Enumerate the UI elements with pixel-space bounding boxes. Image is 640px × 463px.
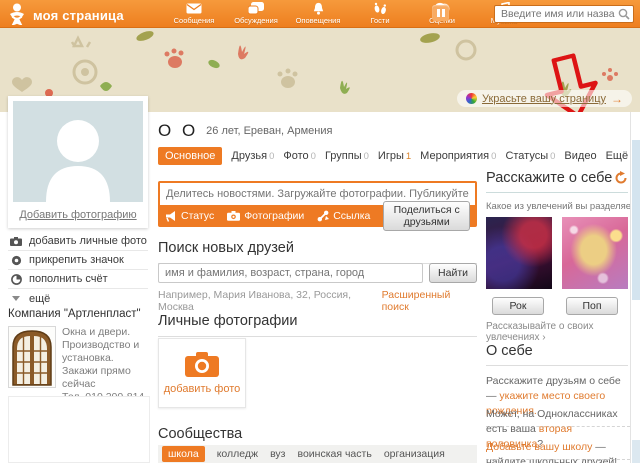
ok-profile-page: моя страница Сообщения Обсуждения Оповещ…: [0, 0, 640, 463]
sidebar-item-add-photos[interactable]: добавить личные фото: [8, 232, 148, 251]
link-button[interactable]: Ссылка: [317, 210, 370, 222]
communities-tabs: школа колледж вуз воинская часть организ…: [158, 445, 477, 463]
footprints-icon: [373, 2, 387, 15]
badge-icon: [10, 255, 22, 266]
camera-icon: [227, 211, 241, 221]
tab-university[interactable]: вуз: [270, 448, 285, 460]
header-search: [494, 5, 634, 23]
ad-title: Компания "Артленпласт": [8, 308, 141, 320]
friend-search-form: Найти: [158, 263, 477, 283]
tell-about-heading: Расскажите о себе: [486, 170, 628, 193]
sidebar-menu: добавить личные фото прикрепить значок п…: [8, 232, 148, 308]
nav-notifications[interactable]: Оповещения: [294, 2, 342, 25]
tab-college[interactable]: колледж: [217, 448, 258, 460]
tab-main[interactable]: Основное: [158, 147, 223, 165]
advanced-search-link[interactable]: Расширенный поиск: [382, 289, 477, 313]
sidebar-empty-widget: [8, 396, 150, 463]
wallet-coin-icon: [10, 273, 22, 285]
about-me-heading: О себе: [486, 343, 628, 366]
camera-icon: [185, 351, 219, 377]
add-photo-tile[interactable]: добавить фото: [158, 338, 246, 408]
tab-games[interactable]: Игры 1: [378, 150, 411, 162]
poll-question: Какое из увлечений вы разделяете?: [486, 201, 640, 212]
arrow-right-icon: →: [611, 91, 623, 106]
friend-search-heading: Поиск новых друзей: [158, 240, 477, 264]
chat-bubbles-icon: [248, 2, 264, 15]
tab-school[interactable]: школа: [162, 446, 205, 462]
ad-text: Окна и двери. Производство и установка. …: [62, 326, 144, 403]
nav-messages[interactable]: Сообщения: [170, 2, 218, 25]
hobbies-more-link[interactable]: Рассказывайте о своих увлечениях ›: [486, 321, 640, 343]
search-icon[interactable]: [618, 8, 630, 20]
search-input[interactable]: [494, 5, 634, 23]
bell-icon: [312, 2, 325, 15]
top-header: моя страница Сообщения Обсуждения Оповещ…: [0, 0, 640, 28]
nav-discussions[interactable]: Обсуждения: [232, 2, 280, 25]
personal-photos-heading: Личные фотографии: [158, 313, 477, 337]
share-with-friends-button[interactable]: Поделиться с друзьями: [383, 201, 470, 231]
add-profile-photo-link[interactable]: Добавить фотографию: [13, 209, 143, 221]
tab-video[interactable]: Видео: [564, 150, 596, 162]
tab-friends[interactable]: Друзья 0: [231, 150, 274, 162]
nav-guests[interactable]: Гости: [356, 2, 404, 25]
camera-icon: [10, 236, 22, 246]
sidebar-item-top-up[interactable]: пополнить счёт: [8, 270, 148, 289]
sidebar-item-attach-badge[interactable]: прикрепить значок: [8, 251, 148, 270]
add-school-link[interactable]: Добавьте вашу школу: [486, 441, 592, 453]
ok-logo-icon: [8, 3, 26, 28]
photos-button[interactable]: Фотографии: [227, 210, 304, 222]
avatar[interactable]: [13, 101, 143, 202]
pop-button[interactable]: Поп: [566, 297, 618, 315]
status-button[interactable]: Статус: [165, 210, 214, 222]
rock-photo[interactable]: [486, 217, 552, 289]
profile-name: О О: [158, 121, 199, 140]
sidebar-item-more[interactable]: ещё: [8, 289, 148, 308]
megaphone-icon: [166, 210, 175, 222]
about-prompt-school: Добавьте вашу школу — найдите школьных д…: [486, 441, 618, 463]
composer-toolbar: Статус Фотографии Ссылка Поделиться с др…: [160, 201, 475, 231]
friend-search-input[interactable]: [158, 263, 424, 283]
tab-military[interactable]: воинская часть: [297, 448, 371, 460]
add-photo-label: добавить фото: [163, 382, 241, 395]
cut-off-right-panel: [630, 112, 640, 463]
find-button[interactable]: Найти: [429, 263, 477, 283]
tab-statuses[interactable]: Статусы 0: [505, 150, 555, 162]
decorate-page-link[interactable]: Украсьте вашу страницу →: [456, 90, 632, 107]
palette-icon: [465, 93, 477, 104]
profile-tabs: Основное Друзья 0 Фото 0 Группы 0 Игры 1 Мер…: [158, 147, 640, 165]
friend-search-hints: Например, Мария Иванова, 32, Россия, Мос…: [158, 289, 477, 313]
avatar-card: Добавить фотографию: [8, 96, 148, 228]
tab-organization[interactable]: организация: [384, 448, 445, 460]
tab-groups[interactable]: Группы 0: [325, 150, 369, 162]
header-nav: Сообщения Обсуждения Оповещения Гости: [170, 2, 528, 25]
sidebar-ad[interactable]: Компания "Артленпласт" Окна и двери. Про…: [8, 308, 150, 404]
profile-details: 26 лет, Ереван, Армения: [206, 125, 333, 137]
tab-photos[interactable]: Фото 0: [283, 150, 316, 162]
pop-photo[interactable]: [562, 217, 628, 289]
link-icon: [317, 210, 330, 222]
rock-button[interactable]: Рок: [492, 297, 544, 315]
tab-events[interactable]: Мероприятия 0: [420, 150, 496, 162]
home-logo[interactable]: моя страница: [8, 3, 124, 28]
profile-header: О О 26 лет, Ереван, Армения: [158, 121, 332, 141]
music-pause-button[interactable]: [432, 5, 449, 21]
refresh-icon[interactable]: [614, 171, 628, 189]
ad-window-image: [8, 326, 56, 388]
person-silhouette-icon: [46, 120, 110, 202]
page-title: моя страница: [33, 8, 124, 23]
search-example-text: Например, Мария Иванова, 32, Россия, Мос…: [158, 289, 352, 313]
envelope-icon: [186, 2, 202, 15]
chevron-down-icon: [10, 296, 22, 301]
status-composer: Статус Фотографии Ссылка Поделиться с др…: [158, 181, 477, 231]
